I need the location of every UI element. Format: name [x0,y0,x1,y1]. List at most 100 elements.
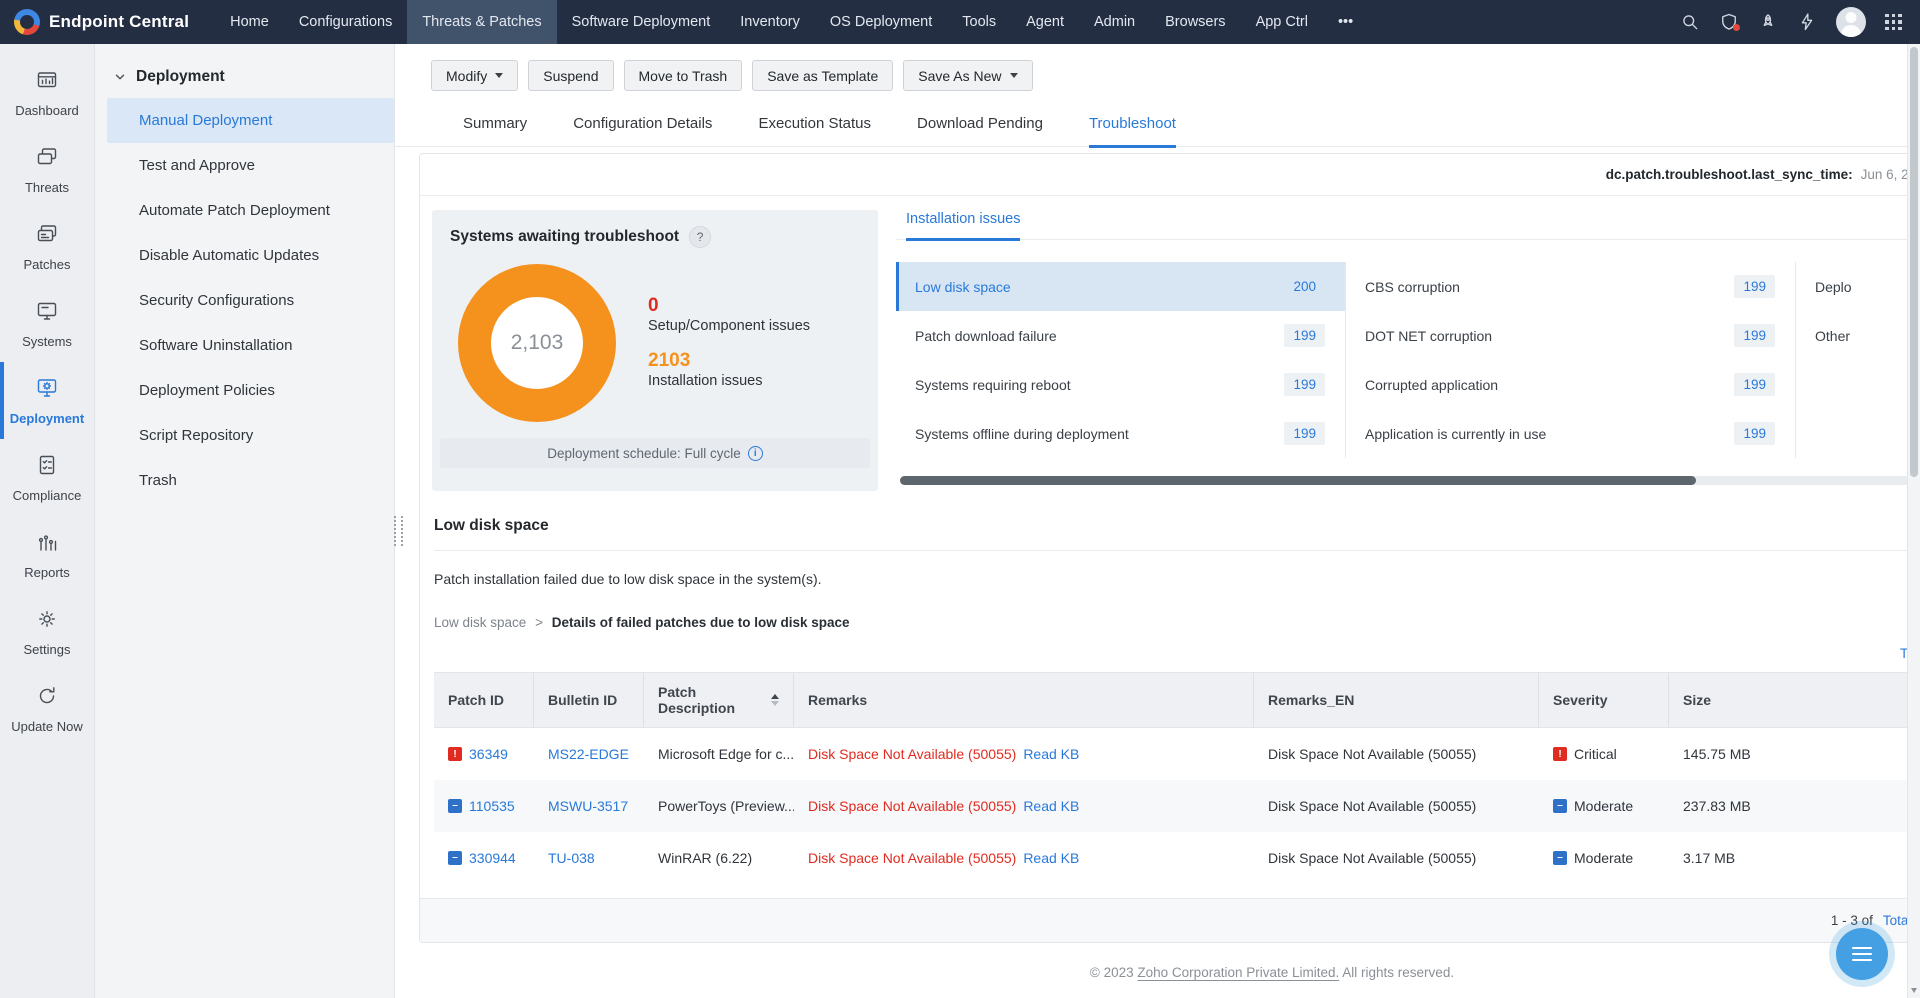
security-shield-icon[interactable] [1719,12,1739,32]
table-header-cell[interactable]: Patch ID [434,673,534,727]
rail-item[interactable]: Systems [0,285,94,362]
rail-item[interactable]: Compliance [0,439,94,516]
issue-item[interactable]: Systems requiring reboot 199 [896,360,1345,409]
lightning-icon[interactable] [1797,12,1817,32]
view-tab[interactable]: Download Pending [917,115,1043,148]
toolbar-button-label: Save as Template [767,68,878,84]
apps-grid-icon[interactable] [1885,14,1902,31]
view-tabs: Summary Configuration Details Execution St… [395,115,1920,147]
issue-item[interactable]: DOT NET corruption 199 [1346,311,1795,360]
vertical-scroll-thumb[interactable] [1910,47,1918,477]
toolbar-button[interactable]: Modify [431,60,518,91]
donut-total: 2,103 [511,331,564,355]
severity-icon [448,799,462,813]
size-cell: 237.83 MB [1669,798,1920,814]
issue-item[interactable]: Deplo [1796,262,1920,311]
sidebar-item[interactable]: Automate Patch Deployment [107,188,394,233]
table-header-cell[interactable]: Remarks_EN [1254,673,1539,727]
copyright-text: © 2023 [1090,965,1134,980]
issue-item[interactable]: Other [1796,311,1920,360]
search-icon[interactable] [1680,12,1700,32]
sidebar-item[interactable]: Test and Approve [107,143,394,188]
nav-item[interactable]: Tools [947,0,1011,44]
rocket-icon[interactable] [1758,12,1778,32]
sort-icon[interactable] [771,694,779,706]
nav-item[interactable]: App Ctrl [1241,0,1323,44]
table-header-cell[interactable]: Bulletin ID [534,673,644,727]
patch-id-link[interactable]: 36349 [469,746,508,762]
patch-id-link[interactable]: 330944 [469,850,516,866]
breadcrumb-parent[interactable]: Low disk space [434,615,526,630]
nav-item[interactable]: Threats & Patches [407,0,556,44]
table-header-cell[interactable]: Remarks [794,673,1254,727]
view-tab[interactable]: Troubleshoot [1089,115,1176,148]
view-tab[interactable]: Summary [463,115,527,148]
rail-item[interactable]: Dashboard [0,54,94,131]
sidebar-item[interactable]: Trash [107,458,394,503]
toolbar-button[interactable]: Move to Trash [624,60,743,91]
bulletin-id-link[interactable]: MSWU-3517 [548,798,628,814]
nav-item[interactable]: Browsers [1150,0,1240,44]
rail-item-icon [35,68,59,96]
toolbar-button[interactable]: Save as Template [752,60,893,91]
toolbar-button[interactable]: Save As New [903,60,1032,91]
schedule-label: Deployment schedule: Full cycle [547,446,741,461]
sidebar-item[interactable]: Deployment Policies [107,368,394,413]
nav-item[interactable]: Software Deployment [557,0,726,44]
nav-item[interactable]: OS Deployment [815,0,947,44]
module-rail: Dashboard Threats Patches Systems Deploy… [0,44,95,998]
rail-item[interactable]: Deployment [0,362,94,439]
nav-item[interactable]: Configurations [284,0,408,44]
read-kb-link[interactable]: Read KB [1023,746,1079,762]
sidebar-resize-grip[interactable] [394,516,403,546]
quick-actions-fab[interactable] [1836,928,1888,980]
rail-item[interactable]: Settings [0,593,94,670]
horizontal-scroll-thumb[interactable] [900,476,1696,485]
toolbar-button[interactable]: Suspend [528,60,613,91]
endpoint-central-logo-icon [14,9,40,35]
zoho-link[interactable]: Zoho Corporation Private Limited. [1137,965,1339,980]
help-icon[interactable]: ? [689,226,711,248]
nav-item[interactable]: ••• [1323,0,1368,44]
table-header-cell[interactable]: Patch Description [644,673,794,727]
issue-item[interactable]: Application is currently in use 199 [1346,409,1795,458]
window-scrollbar[interactable] [1907,44,1920,998]
nav-item[interactable]: Admin [1079,0,1150,44]
nav-item[interactable]: Inventory [725,0,815,44]
sidebar-item[interactable]: Software Uninstallation [107,323,394,368]
issue-item[interactable]: Low disk space 200 [896,262,1345,311]
nav-item[interactable]: Home [215,0,284,44]
issue-item[interactable]: Patch download failure 199 [896,311,1345,360]
info-icon[interactable]: i [748,446,763,461]
rail-item[interactable]: Patches [0,208,94,285]
rail-item[interactable]: Update Now [0,670,94,747]
sidebar-item[interactable]: Disable Automatic Updates [107,233,394,278]
read-kb-link[interactable]: Read KB [1023,850,1079,866]
table-header-cell[interactable]: Severity [1539,673,1669,727]
brand[interactable]: Endpoint Central [0,0,215,44]
installation-issues-tab[interactable]: Installation issues [906,211,1020,241]
view-tab[interactable]: Configuration Details [573,115,712,148]
sidebar-item[interactable]: Manual Deployment [107,98,394,143]
sidebar-item[interactable]: Security Configurations [107,278,394,323]
user-avatar[interactable] [1836,7,1866,37]
bulletin-id-link[interactable]: MS22-EDGE [548,746,629,762]
table-row: 36349 MS22-EDGE Microsoft Edge for c... … [434,728,1920,780]
scroll-down-arrow-icon[interactable] [1911,988,1917,993]
nav-item[interactable]: Agent [1011,0,1079,44]
sidebar-section-header[interactable]: Deployment [95,68,394,86]
issue-item[interactable]: Corrupted application 199 [1346,360,1795,409]
bulletin-id-link[interactable]: TU-038 [548,850,595,866]
sidebar-item[interactable]: Script Repository [107,413,394,458]
issues-horizontal-scrollbar[interactable] [900,476,1920,485]
issue-label: Systems requiring reboot [915,377,1071,393]
issue-item[interactable]: Systems offline during deployment 199 [896,409,1345,458]
view-tab[interactable]: Execution Status [758,115,871,148]
table-header-cell[interactable]: Size [1669,673,1920,727]
patch-id-link[interactable]: 110535 [469,798,515,814]
rail-item[interactable]: Reports [0,516,94,593]
rail-item[interactable]: Threats [0,131,94,208]
read-kb-link[interactable]: Read KB [1023,798,1079,814]
issue-item[interactable]: CBS corruption 199 [1346,262,1795,311]
brand-title: Endpoint Central [49,12,189,32]
